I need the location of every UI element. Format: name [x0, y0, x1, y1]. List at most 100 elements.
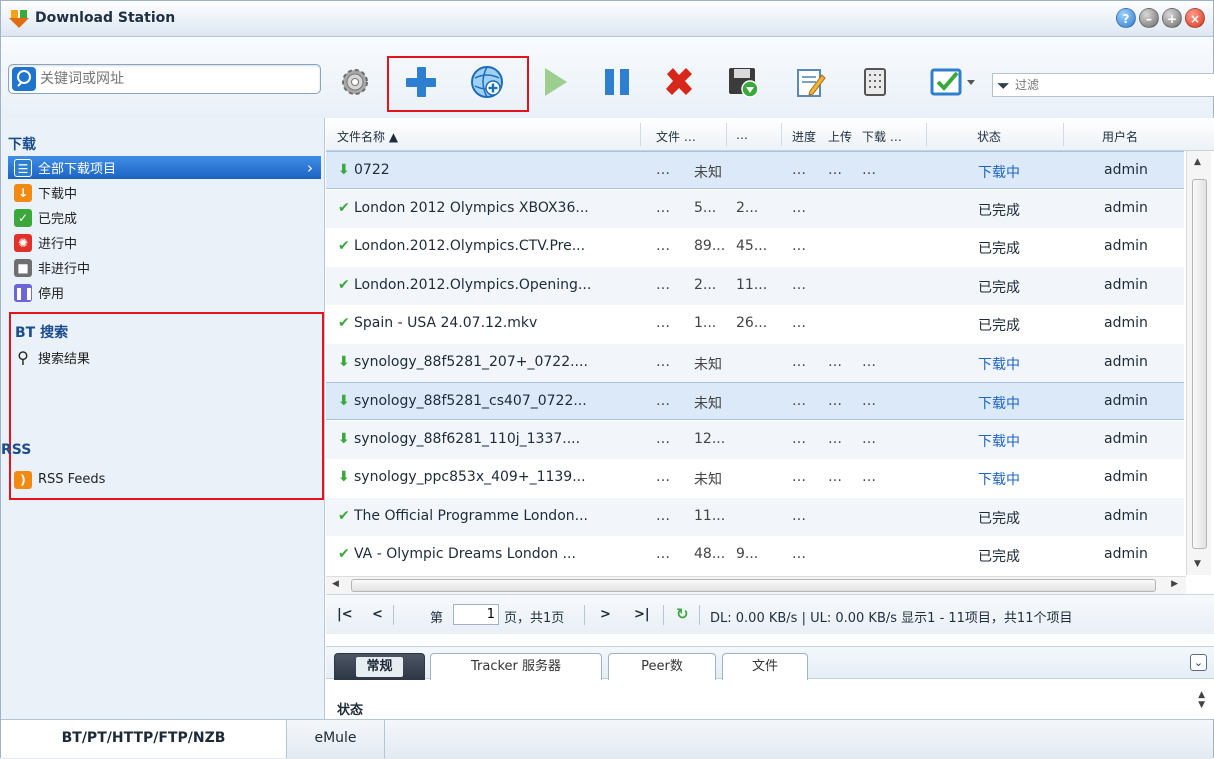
pause-button[interactable] — [597, 62, 637, 102]
downloading-arrow-icon: ⬇ — [338, 162, 350, 178]
detail-scroll-arrows[interactable]: ▲ ▼ — [1198, 690, 1205, 710]
task-username: admin — [1104, 507, 1148, 524]
task-cell: 未知 — [694, 356, 722, 373]
filter-input[interactable] — [1015, 76, 1205, 94]
clear-button[interactable] — [855, 62, 895, 102]
task-cell: 2... — [694, 276, 717, 293]
prev-page-icon[interactable]: < — [372, 607, 383, 622]
resume-button[interactable] — [535, 62, 575, 102]
delete-button[interactable] — [659, 62, 699, 102]
column-header-file[interactable]: 文件 … — [656, 128, 696, 145]
task-username: admin — [1104, 353, 1148, 370]
table-row[interactable]: ✔ London.2012.Olympics.CTV.Pre... … 89... 45… — [326, 228, 1184, 266]
finished-check-icon: ✔ — [338, 238, 350, 254]
task-status: 下载中 — [978, 356, 1020, 373]
vertical-scrollbar[interactable]: ▲ ▼ — [1186, 151, 1211, 575]
table-row[interactable]: ✔ London 2012 Olympics XBOX36... … 5... 2...… — [326, 189, 1184, 228]
last-page-icon[interactable]: >| — [634, 607, 650, 622]
rss-icon: ) — [14, 470, 32, 489]
table-row[interactable]: ⬇ synology_88f6281_110j_1337.... … 12... … … …… — [326, 420, 1184, 459]
tab-peers[interactable]: Peer数 — [608, 653, 716, 680]
column-header-progress[interactable]: 进度 — [792, 128, 816, 145]
refresh-icon[interactable]: ↻ — [676, 605, 689, 623]
edit-button[interactable] — [791, 62, 831, 102]
column-header-status[interactable]: 状态 — [977, 128, 1001, 145]
vertical-scroll-thumb[interactable] — [1192, 179, 1207, 549]
detail-tabs: 常规 Tracker 服务器 Peer数 文件 ⌄ — [326, 646, 1214, 680]
settings-button[interactable] — [335, 62, 375, 102]
table-row[interactable]: ⬇ synology_ppc853x_409+_1139... … 未知 … … … 下载中 a… — [326, 459, 1184, 497]
pagination-bar: |< < 第 页，共1页 > >| ↻ DL: 0.00 KB/s | UL: … — [326, 594, 1214, 634]
help-icon[interactable]: ? — [1116, 8, 1136, 28]
tab-files[interactable]: 文件 — [722, 653, 808, 680]
task-filename: London 2012 Olympics XBOX36... — [354, 199, 589, 216]
maximize-icon[interactable]: + — [1162, 8, 1182, 28]
sidebar-item-inactive[interactable]: ■ 非进行中 — [8, 256, 321, 279]
tab-bt-pt-http[interactable]: BT/PT/HTTP/FTP/NZB — [1, 720, 287, 758]
sidebar-item-label: 全部下载项目 — [38, 162, 117, 177]
table-row[interactable]: ✔ London.2012.Olympics.Opening... … 2... 11.… — [326, 266, 1184, 305]
task-cell: … — [656, 507, 670, 524]
save-button[interactable] — [723, 62, 763, 102]
column-header-upload[interactable]: 上传 — [828, 128, 852, 145]
task-status: 已完成 — [978, 241, 1020, 257]
table-row[interactable]: ✔ The Official Programme London... … 11... …… — [326, 497, 1184, 536]
search-input[interactable] — [40, 68, 316, 90]
task-filename: The Official Programme London... — [354, 507, 588, 524]
sidebar-item-finished[interactable]: ✓ 已完成 — [8, 206, 321, 229]
page-number-input[interactable] — [453, 604, 499, 625]
task-status: 下载中 — [978, 396, 1020, 412]
column-header-size[interactable]: … — [736, 128, 748, 142]
add-url-button[interactable] — [467, 62, 507, 102]
table-row[interactable]: ⬇ synology_88f5281_cs407_0722... … 未知 … … … 下载中… — [326, 382, 1184, 420]
first-page-icon[interactable]: |< — [337, 607, 353, 622]
tab-tracker[interactable]: Tracker 服务器 — [430, 653, 602, 680]
task-cell: … — [792, 315, 806, 331]
search-box[interactable] — [8, 64, 321, 94]
column-header-download[interactable]: 下载 … — [862, 128, 902, 145]
collapse-panel-icon[interactable]: ⌄ — [1190, 654, 1207, 671]
table-row[interactable]: ⬇ synology_88f5281_207+_0722.... … 未知 … … … 下载中… — [326, 343, 1184, 382]
toolbar: ⏷ — [1, 38, 1214, 118]
task-filename: 0722 — [354, 162, 390, 178]
task-cell: 未知 — [694, 472, 722, 488]
table-row[interactable]: ✔ Spain - USA 24.07.12.mkv … 1... 26... … 已完成 a… — [326, 305, 1184, 343]
task-cell: 26... — [736, 315, 768, 331]
sidebar-item-all-downloads[interactable]: ☰ 全部下载项目 › — [8, 156, 321, 179]
close-icon[interactable]: × — [1185, 8, 1205, 28]
next-page-icon[interactable]: > — [600, 607, 611, 622]
minimize-icon[interactable]: – — [1139, 8, 1159, 28]
tab-emule[interactable]: eMule — [287, 720, 385, 758]
sidebar-item-rss-feeds[interactable]: ) RSS Feeds — [8, 468, 321, 491]
horizontal-scroll-thumb[interactable] — [351, 579, 1156, 592]
horizontal-scrollbar[interactable]: ◀ ▶ — [326, 576, 1186, 594]
sidebar-item-downloading[interactable]: ↓ 下载中 — [8, 181, 321, 204]
filter-box[interactable]: ⏷ — [992, 73, 1214, 97]
table-row[interactable]: ✔ VA - Olympic Dreams London ... … 48... 9..… — [326, 536, 1184, 574]
add-task-button[interactable] — [401, 62, 441, 102]
sidebar-item-paused[interactable]: ❚❚ 停用 — [8, 281, 321, 304]
sidebar-item-active[interactable]: ✺ 进行中 — [8, 231, 321, 254]
table-row[interactable]: ⬇ 0722 … 未知 … … … 下载中 admin — [326, 151, 1184, 189]
sidebar: 下载 ☰ 全部下载项目 › ↓ 下载中 ✓ 已完成 ✺ 进行中 ■ 非进行中 ❚… — [1, 118, 325, 719]
tab-general[interactable]: 常规 — [334, 653, 425, 680]
task-username: admin — [1104, 469, 1148, 485]
task-cell: … — [792, 507, 806, 524]
column-header-filename[interactable]: 文件名称 ▲ — [337, 128, 398, 145]
sidebar-item-search-results[interactable]: ⚲ 搜索结果 — [8, 346, 321, 369]
task-cell: … — [828, 469, 842, 485]
finished-check-icon: ✔ — [338, 546, 350, 562]
task-cell: 45... — [736, 238, 768, 254]
window-title: Download Station — [35, 10, 176, 26]
search-icon[interactable] — [12, 67, 36, 91]
task-cell: … — [792, 199, 806, 216]
filter-icon: ⏷ — [997, 76, 1010, 95]
task-cell: … — [656, 546, 670, 562]
task-filename: synology_ppc853x_409+_1139... — [354, 469, 586, 485]
task-username: admin — [1104, 162, 1148, 178]
task-filename: Spain - USA 24.07.12.mkv — [354, 315, 538, 331]
task-cell: … — [656, 353, 670, 370]
column-header-username[interactable]: 用户名 — [1102, 128, 1138, 145]
task-cell: 9... — [736, 546, 759, 562]
select-menu-button[interactable] — [923, 62, 987, 102]
